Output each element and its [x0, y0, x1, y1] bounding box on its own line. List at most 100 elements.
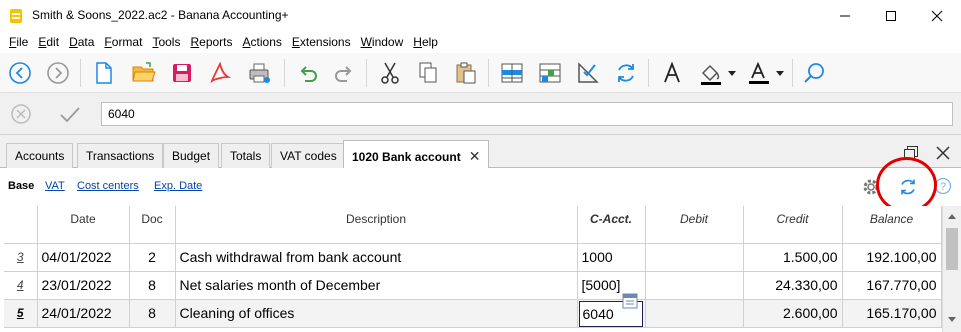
- tab-accounts[interactable]: Accounts: [6, 143, 74, 168]
- close-icon: [931, 10, 943, 21]
- cell-c-acct[interactable]: 1000: [577, 243, 646, 272]
- cell-debit[interactable]: [645, 299, 744, 328]
- cell-debit[interactable]: [645, 271, 744, 300]
- chevron-up-icon: [948, 214, 956, 219]
- menu-bar: File Edit Data Format Tools Reports Actions Ext…: [0, 31, 961, 53]
- save-disk-icon: [173, 64, 191, 82]
- menu-mnemonic: H: [413, 35, 422, 49]
- check-accounting-button[interactable]: [572, 57, 604, 89]
- save-button[interactable]: [166, 57, 198, 89]
- cancel-edit-button[interactable]: [10, 103, 32, 125]
- forward-button[interactable]: [42, 57, 74, 89]
- scroll-up-button[interactable]: [943, 212, 961, 224]
- print-button[interactable]: [244, 57, 276, 89]
- cell-credit[interactable]: 2.600,00: [743, 299, 843, 328]
- menu-edit[interactable]: Edit: [33, 31, 64, 53]
- tab-totals[interactable]: Totals: [221, 143, 271, 168]
- sort-rows-button[interactable]: [534, 57, 566, 89]
- table-header-row: Date Doc Description C-Acct. Debit Credi…: [4, 206, 942, 244]
- paste-button[interactable]: [450, 57, 482, 89]
- undo-button[interactable]: [292, 57, 324, 89]
- tab-vat-codes[interactable]: VAT codes: [271, 143, 346, 168]
- new-file-button[interactable]: [88, 57, 120, 89]
- cell-date[interactable]: 04/01/2022: [37, 243, 130, 272]
- redo-button[interactable]: [328, 57, 360, 89]
- back-button[interactable]: [4, 57, 36, 89]
- menu-reports[interactable]: Reports: [185, 31, 237, 53]
- menu-label: ata: [77, 35, 95, 49]
- account-list-icon[interactable]: [622, 293, 638, 309]
- insert-rows-button[interactable]: [496, 57, 528, 89]
- column-header-credit[interactable]: Credit: [743, 206, 843, 244]
- minimize-button[interactable]: [822, 0, 868, 31]
- fill-color-button[interactable]: [696, 57, 740, 89]
- view-cost-centers[interactable]: Cost centers: [77, 180, 139, 192]
- table-row-current[interactable]: 5 24/01/2022 8 Cleaning of offices 6040 …: [4, 299, 942, 328]
- close-table-icon[interactable]: [935, 145, 951, 161]
- confirm-edit-button[interactable]: [58, 103, 82, 125]
- cell-doc[interactable]: 2: [129, 243, 176, 272]
- cut-button[interactable]: [374, 57, 406, 89]
- highlight-circle: [876, 157, 937, 213]
- redo-icon: [335, 66, 352, 82]
- cell-editor-input[interactable]: 6040: [101, 102, 953, 126]
- tab-transactions[interactable]: Transactions: [77, 143, 164, 168]
- row-number[interactable]: 4: [4, 271, 38, 300]
- cell-description[interactable]: Cash withdrawal from bank account: [175, 243, 578, 272]
- menu-data[interactable]: Data: [64, 31, 99, 53]
- view-base[interactable]: Base: [8, 180, 34, 192]
- table-row[interactable]: 3 04/01/2022 2 Cash withdrawal from bank…: [4, 243, 942, 272]
- table-row[interactable]: 4 23/01/2022 8 Net salaries month of Dec…: [4, 271, 942, 300]
- export-pdf-button[interactable]: [204, 57, 236, 89]
- menu-tools[interactable]: Tools: [147, 31, 185, 53]
- cell-credit[interactable]: 1.500,00: [743, 243, 843, 272]
- column-header-debit[interactable]: Debit: [645, 206, 744, 244]
- view-exp-date[interactable]: Exp. Date: [154, 180, 202, 192]
- maximize-button[interactable]: [868, 0, 914, 31]
- toolbar-separator: [284, 59, 285, 87]
- tab-1020-bank-account[interactable]: 1020 Bank account ✕: [343, 140, 490, 169]
- cell-balance[interactable]: 192.100,00: [842, 243, 942, 272]
- cell-date[interactable]: 23/01/2022: [37, 271, 130, 300]
- cell-description[interactable]: Net salaries month of December: [175, 271, 578, 300]
- scrollbar-thumb[interactable]: [946, 228, 958, 270]
- menu-mnemonic: F: [104, 35, 112, 49]
- menu-label: ile: [16, 35, 29, 49]
- menu-extensions[interactable]: Extensions: [287, 31, 356, 53]
- column-header-balance[interactable]: Balance: [842, 206, 942, 244]
- tab-budget[interactable]: Budget: [163, 143, 220, 168]
- row-number[interactable]: 3: [4, 243, 38, 272]
- column-header-c-acct[interactable]: C-Acct.: [577, 206, 646, 244]
- cell-credit[interactable]: 24.330,00: [743, 271, 843, 300]
- open-file-button[interactable]: [128, 57, 160, 89]
- cell-editor-bar: 6040: [0, 93, 961, 135]
- cell-balance[interactable]: 167.770,00: [842, 271, 942, 300]
- menu-window[interactable]: Window: [356, 31, 409, 53]
- font-button[interactable]: [656, 57, 688, 89]
- cell-debit[interactable]: [645, 243, 744, 272]
- column-header-description[interactable]: Description: [175, 206, 578, 244]
- row-number[interactable]: 5: [4, 299, 38, 328]
- column-header-date[interactable]: Date: [37, 206, 130, 244]
- search-button[interactable]: [798, 57, 830, 89]
- copy-button[interactable]: [412, 57, 444, 89]
- view-vat[interactable]: VAT: [45, 180, 65, 192]
- cell-doc[interactable]: 8: [129, 299, 176, 328]
- menu-label: ormat: [111, 35, 143, 49]
- recheck-button[interactable]: [610, 57, 642, 89]
- column-header-doc[interactable]: Doc: [129, 206, 176, 244]
- cell-balance[interactable]: 165.170,00: [842, 299, 942, 328]
- cell-description[interactable]: Cleaning of offices: [175, 299, 578, 328]
- cell-date[interactable]: 24/01/2022: [37, 299, 130, 328]
- menu-actions[interactable]: Actions: [238, 31, 287, 53]
- menu-file[interactable]: File: [4, 31, 33, 53]
- menu-format[interactable]: Format: [99, 31, 147, 53]
- text-color-button[interactable]: [744, 57, 788, 89]
- cell-doc[interactable]: 8: [129, 271, 176, 300]
- scroll-down-button[interactable]: [943, 316, 961, 328]
- menu-help[interactable]: Help: [408, 31, 443, 53]
- close-window-button[interactable]: [914, 0, 960, 31]
- close-tab-icon[interactable]: ✕: [469, 148, 481, 165]
- vertical-scrollbar[interactable]: [942, 206, 961, 332]
- insert-rows-icon: [501, 63, 523, 83]
